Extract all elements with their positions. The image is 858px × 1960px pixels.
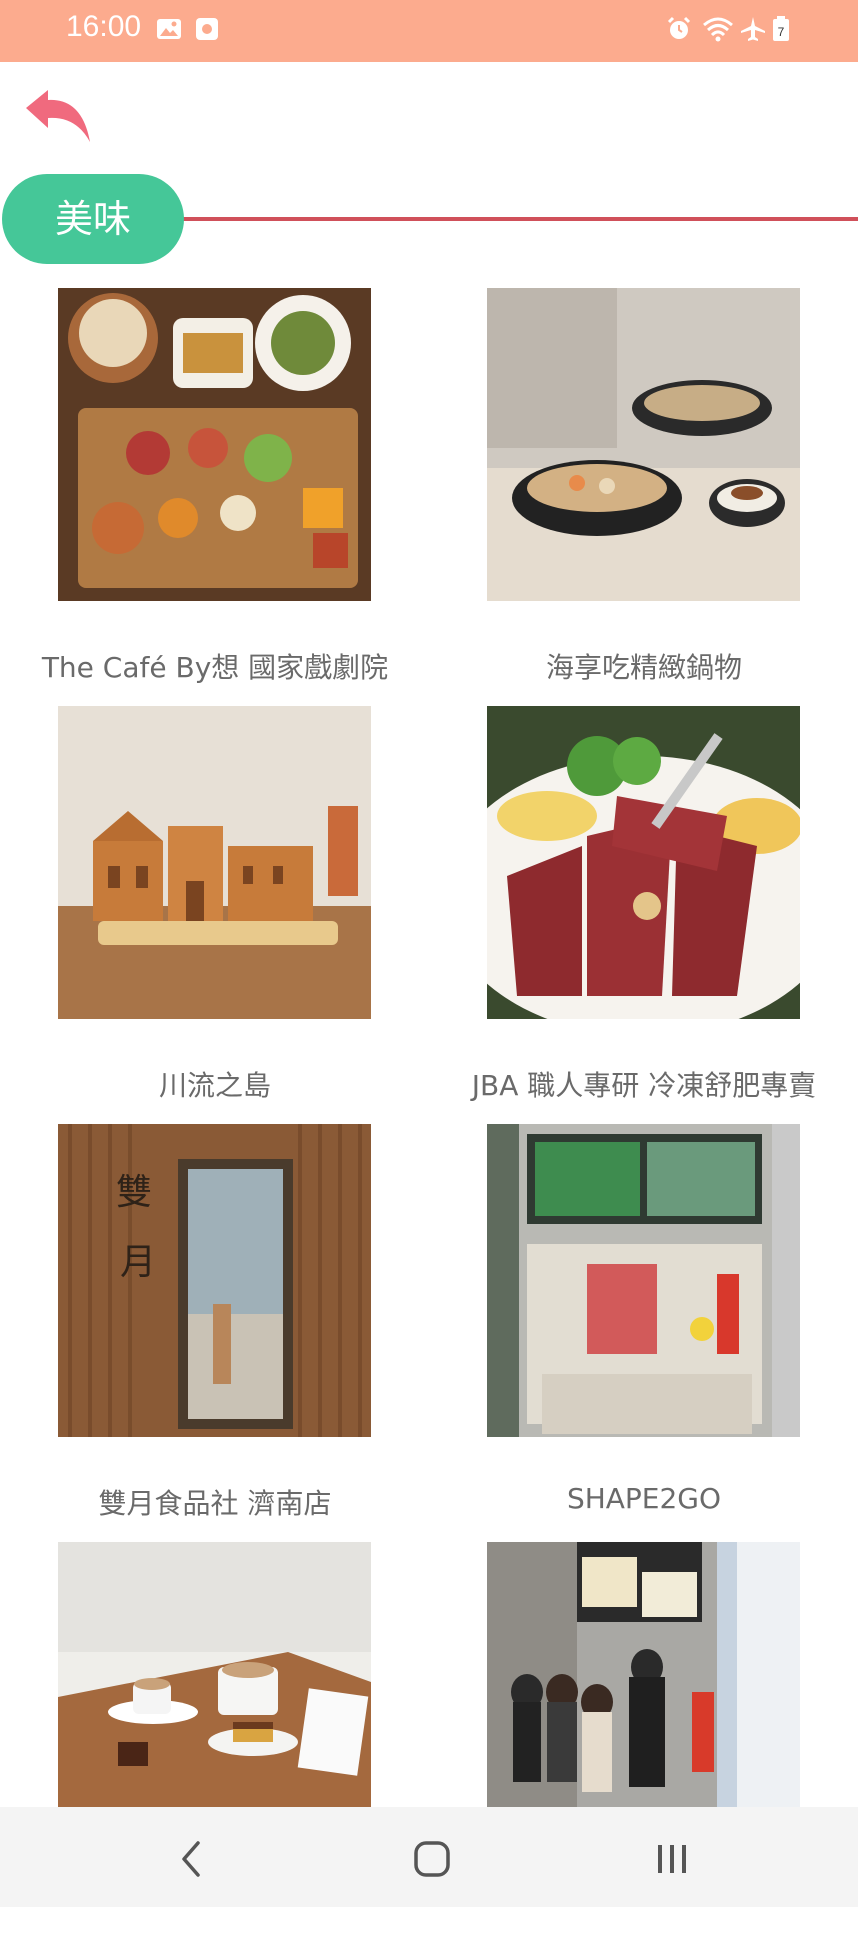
svg-text:雙: 雙 bbox=[116, 1172, 152, 1213]
back-button[interactable] bbox=[22, 86, 96, 152]
restaurant-name[interactable]: 海享吃精緻鍋物 bbox=[429, 646, 858, 686]
app-icon bbox=[196, 18, 218, 40]
restaurant-card[interactable]: JBA 職人專研 冷凍舒肥專賣 bbox=[429, 706, 858, 1124]
battery-level: 7 bbox=[778, 25, 785, 39]
system-nav-bar bbox=[0, 1807, 858, 1907]
restaurant-card[interactable]: SHAPE2GO bbox=[429, 1124, 858, 1542]
alarm-icon bbox=[667, 16, 691, 39]
status-bar: 16:00 7 bbox=[0, 0, 858, 62]
recents-nav-icon[interactable] bbox=[650, 1837, 694, 1881]
category-divider bbox=[170, 217, 858, 221]
restaurant-name[interactable]: 雙月食品社 濟南店 bbox=[0, 1482, 430, 1522]
restaurant-card[interactable]: 海享吃精緻鍋物 bbox=[429, 288, 858, 706]
restaurant-image[interactable] bbox=[487, 706, 800, 1019]
image-icon bbox=[157, 19, 181, 39]
back-nav-icon[interactable] bbox=[170, 1837, 214, 1881]
restaurant-card[interactable]: 川流之島 bbox=[0, 706, 430, 1124]
status-time: 16:00 bbox=[66, 10, 142, 43]
restaurant-image[interactable] bbox=[58, 706, 371, 1019]
restaurant-card[interactable]: The Café By想 國家戲劇院 bbox=[0, 288, 430, 706]
airplane-icon bbox=[741, 17, 765, 41]
category-header: 美味 bbox=[0, 174, 858, 266]
restaurant-image[interactable]: 雙 月 bbox=[58, 1124, 371, 1437]
restaurant-name[interactable]: The Café By想 國家戲劇院 bbox=[0, 646, 430, 686]
restaurant-image[interactable] bbox=[487, 1124, 800, 1437]
home-nav-icon[interactable] bbox=[410, 1837, 454, 1881]
restaurant-image[interactable] bbox=[487, 1542, 800, 1807]
svg-text:月: 月 bbox=[120, 1242, 156, 1283]
wifi-icon bbox=[703, 17, 733, 42]
restaurant-image[interactable] bbox=[487, 288, 800, 601]
battery-icon: 7 bbox=[773, 16, 789, 41]
restaurant-image[interactable] bbox=[58, 1542, 371, 1807]
restaurant-name[interactable]: SHAPE2GO bbox=[429, 1482, 858, 1515]
restaurant-image[interactable] bbox=[58, 288, 371, 601]
restaurant-name[interactable]: JBA 職人專研 冷凍舒肥專賣 bbox=[429, 1064, 858, 1104]
restaurant-card[interactable]: 雙 月 雙月食品社 濟南店 bbox=[0, 1124, 430, 1542]
restaurant-name[interactable]: 川流之島 bbox=[0, 1064, 430, 1104]
category-pill[interactable]: 美味 bbox=[2, 174, 184, 264]
back-arrow-icon bbox=[26, 90, 90, 142]
